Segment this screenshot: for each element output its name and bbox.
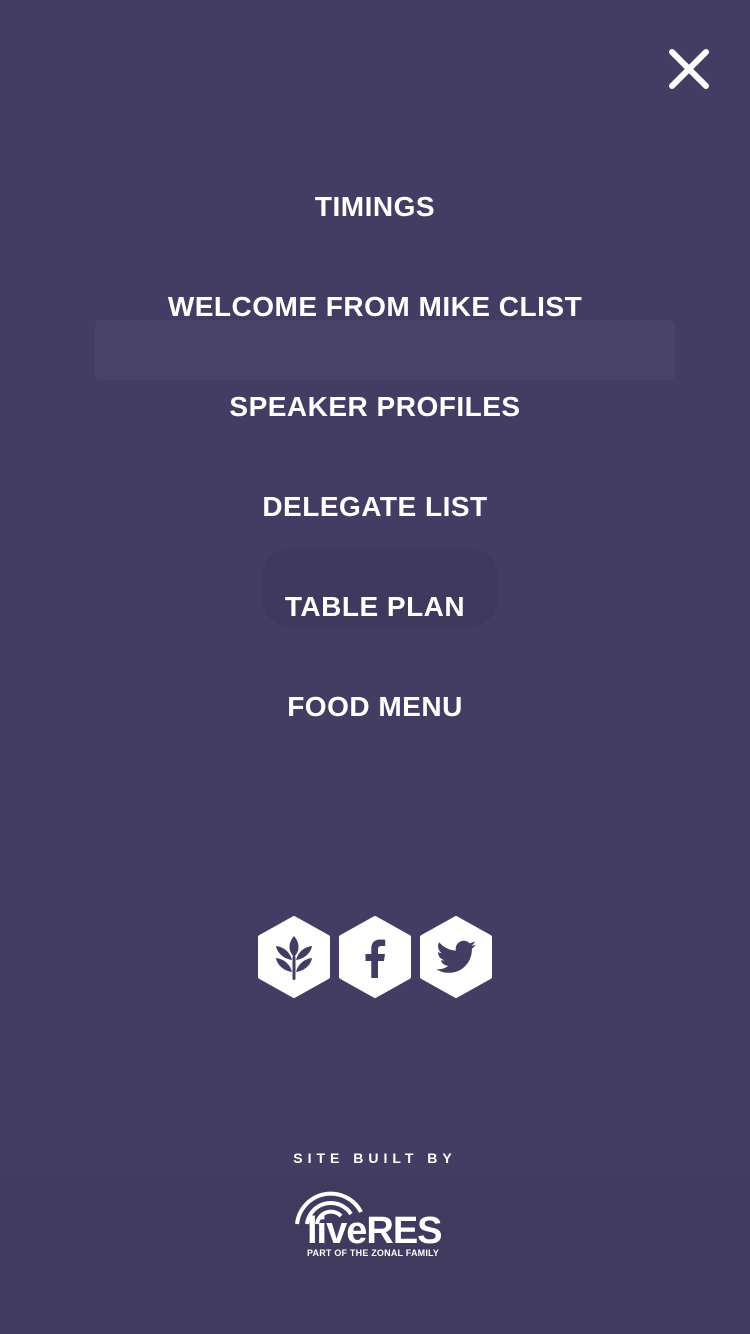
menu-item-welcome: WELCOME FROM MIKE CLIST <box>0 257 750 357</box>
menu-link-welcome[interactable]: WELCOME FROM MIKE CLIST <box>168 293 582 321</box>
menu-link-speaker-profiles[interactable]: SPEAKER PROFILES <box>229 393 520 421</box>
facebook-icon <box>339 916 411 998</box>
twitter-icon <box>420 916 492 998</box>
menu-item-table-plan: TABLE PLAN <box>0 557 750 657</box>
site-built-by-label: SITE BUILT BY <box>293 1150 457 1166</box>
close-icon <box>669 49 709 89</box>
social-link-wheat[interactable] <box>257 916 331 998</box>
close-button[interactable] <box>664 44 714 94</box>
menu-item-timings: TIMINGS <box>0 157 750 257</box>
liveres-logo[interactable]: liveRES PART OF THE ZONAL FAMILY <box>289 1178 461 1262</box>
main-menu: TIMINGS WELCOME FROM MIKE CLIST SPEAKER … <box>0 157 750 757</box>
menu-link-delegate-list[interactable]: DELEGATE LIST <box>262 493 487 521</box>
menu-link-table-plan[interactable]: TABLE PLAN <box>285 593 465 621</box>
footer: SITE BUILT BY liveRES PART OF THE ZONAL … <box>0 1150 750 1267</box>
wheat-icon <box>258 916 330 998</box>
menu-item-food-menu: FOOD MENU <box>0 657 750 757</box>
logo-tagline: PART OF THE ZONAL FAMILY <box>307 1248 440 1258</box>
social-links <box>257 916 493 998</box>
menu-item-speaker-profiles: SPEAKER PROFILES <box>0 357 750 457</box>
menu-item-delegate-list: DELEGATE LIST <box>0 457 750 557</box>
logo-wordmark: liveRES <box>307 1210 443 1252</box>
social-link-twitter[interactable] <box>419 916 493 998</box>
social-link-facebook[interactable] <box>338 916 412 998</box>
menu-link-timings[interactable]: TIMINGS <box>315 193 435 221</box>
menu-link-food-menu[interactable]: FOOD MENU <box>287 693 463 721</box>
